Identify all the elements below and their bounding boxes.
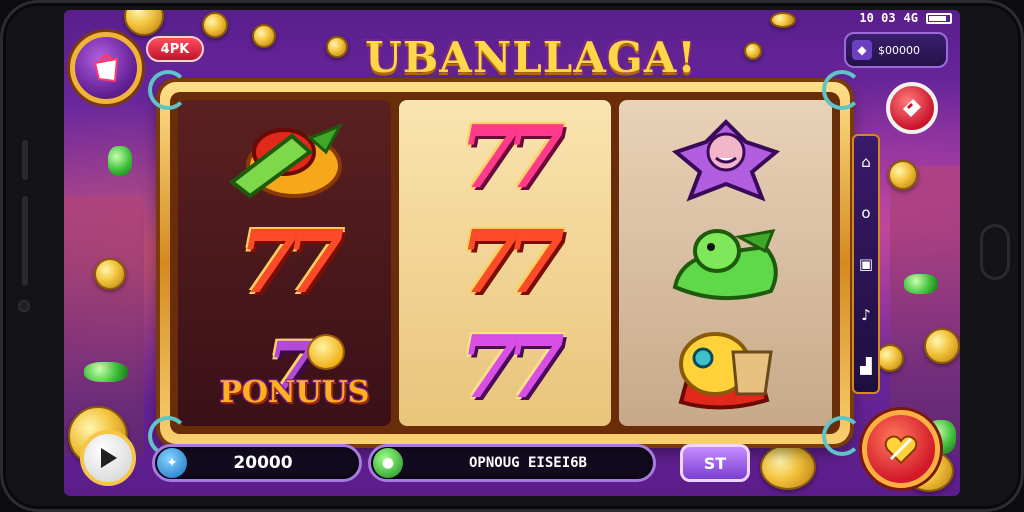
fruit-bonus-icon xyxy=(229,123,344,199)
coin-decoration xyxy=(770,12,796,28)
spin-button[interactable] xyxy=(862,410,940,488)
play-icon xyxy=(101,448,117,468)
purple-character-icon xyxy=(671,119,780,202)
gift-button[interactable] xyxy=(886,82,938,134)
clock-text: 10 03 xyxy=(859,11,896,25)
gem-decoration xyxy=(108,146,132,176)
swirl-ornament xyxy=(148,70,188,110)
reel-symbol: 77 xyxy=(430,320,580,416)
start-button[interactable]: ST xyxy=(680,444,750,482)
gem-decoration xyxy=(84,362,128,382)
status-bar: 10 03 4G xyxy=(859,10,952,26)
reel-symbol: 77 xyxy=(209,215,359,311)
coin-decoration xyxy=(252,24,276,48)
info-icon[interactable]: o xyxy=(861,204,870,222)
menu-button[interactable] xyxy=(70,32,142,104)
reel-symbol xyxy=(651,320,801,416)
seven-symbol: 77 xyxy=(459,211,565,313)
green-character-icon xyxy=(672,228,778,301)
seven-symbol: 77 xyxy=(459,107,565,209)
apk-badge[interactable]: 4PK xyxy=(146,36,204,62)
home-button xyxy=(980,224,1010,280)
seven-symbol: 77 xyxy=(238,211,344,313)
network-text: 4G xyxy=(903,11,918,25)
battery-icon xyxy=(926,12,952,24)
reel-symbol xyxy=(209,110,359,206)
message-text: OPNOUG EISEI6B xyxy=(468,455,587,471)
bag-icon xyxy=(93,54,119,83)
volume-button xyxy=(22,140,28,180)
ticket-icon xyxy=(903,99,921,117)
reel-2[interactable]: 77 77 77 xyxy=(398,100,612,426)
coin-decoration xyxy=(94,258,126,290)
side-menu: ⌂ o ▣ ♪ ▟ xyxy=(852,134,880,394)
heart-arrow-icon xyxy=(884,435,918,465)
volume-button xyxy=(22,196,28,286)
reel-1[interactable]: 77 7 PONUUS xyxy=(178,100,391,426)
balance-display[interactable]: ◆ $00000 xyxy=(844,32,948,68)
reel-symbol xyxy=(651,215,801,311)
lock-icon[interactable]: ▣ xyxy=(859,255,873,273)
reel-frame: 77 7 PONUUS 77 77 77 xyxy=(148,70,862,456)
game-title: UBANLLAGA! xyxy=(365,32,697,82)
reel-area: 77 7 PONUUS 77 77 77 xyxy=(148,70,862,456)
bet-field[interactable]: ✦ 20000 xyxy=(152,444,362,482)
swirl-ornament xyxy=(822,70,862,110)
balance-value: $00000 xyxy=(878,43,920,57)
coin-decoration xyxy=(876,344,904,372)
message-field: ● OPNOUG EISEI6B xyxy=(368,444,656,482)
yellow-basket-icon xyxy=(678,331,773,410)
reel-symbol: 7 PONUUS xyxy=(209,320,369,416)
gem-decoration xyxy=(904,274,938,294)
coin-decoration xyxy=(744,42,762,60)
chick-icon xyxy=(307,333,346,370)
autoplay-button[interactable] xyxy=(80,430,136,486)
reel-symbol xyxy=(651,110,801,206)
wallet-icon: ◆ xyxy=(852,40,872,60)
coin-decoration xyxy=(202,12,228,38)
seven-symbol: 77 xyxy=(459,316,565,418)
swirl-ornament xyxy=(822,416,862,456)
coin-decoration xyxy=(326,36,348,58)
coin-decoration xyxy=(888,160,918,190)
reel-3[interactable] xyxy=(619,100,833,426)
music-icon[interactable]: ♪ xyxy=(861,306,871,324)
coin-icon: ✦ xyxy=(157,448,187,478)
phone-frame: 4PK UBANLLAGA! 10 03 4G ◆ $00000 77 7 PO… xyxy=(0,0,1024,512)
gem-icon: ● xyxy=(373,448,403,478)
coin-decoration xyxy=(124,10,164,36)
home-icon[interactable]: ⌂ xyxy=(861,153,871,171)
game-screen: 4PK UBANLLAGA! 10 03 4G ◆ $00000 77 7 PO… xyxy=(64,10,960,496)
bottom-bar: ✦ 20000 ● OPNOUG EISEI6B ST xyxy=(152,444,772,484)
reel-symbol: 77 xyxy=(430,215,580,311)
bonus-label: PONUUS xyxy=(219,374,370,410)
bet-value: 20000 xyxy=(233,453,293,473)
coin-decoration xyxy=(924,328,960,364)
chart-icon[interactable]: ▟ xyxy=(860,357,872,375)
camera-icon xyxy=(18,300,30,312)
reel-symbol: 77 xyxy=(430,110,580,206)
